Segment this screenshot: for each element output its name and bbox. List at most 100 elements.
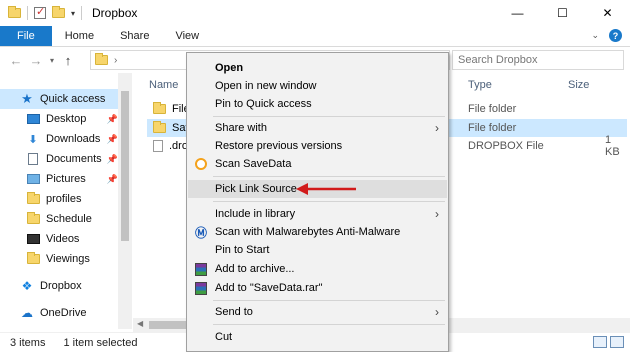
up-arrow-icon[interactable]: ↑ [58,53,78,68]
menu-item-share-with[interactable]: Share with › [188,119,447,137]
tab-home[interactable]: Home [52,26,107,46]
sidebar-item-label: Videos [46,233,80,245]
search-input[interactable]: Search Dropbox [452,50,624,70]
menu-divider [213,116,445,117]
menu-item-label: Open in new window [215,80,317,92]
file-size: 1 KB [605,134,620,158]
menu-item-open[interactable]: Open [188,59,447,77]
column-header-type[interactable]: Type [468,79,492,91]
window-controls: — ☐ ✕ [495,0,630,26]
folder-icon [26,252,40,264]
menu-item-label: Cut [215,331,233,343]
tab-share[interactable]: Share [107,26,162,46]
sidebar-item-label: profiles [46,193,82,205]
sidebar-item-desktop[interactable]: Desktop 📌 [0,109,118,129]
menu-item-pin-quick-access[interactable]: Pin to Quick access [188,95,447,113]
sidebar-item-label: Desktop [46,113,87,125]
menu-item-add-savedata-rar[interactable]: Add to "SaveData.rar" [188,279,447,297]
sidebar-item-onedrive[interactable]: ☁ OneDrive [0,303,118,323]
ribbon-tabs: File Home Share View ⌄ ? [0,26,630,47]
sidebar-item-videos[interactable]: Videos [0,229,118,249]
winrar-icon [195,262,207,276]
pin-icon[interactable]: 📌 [107,114,118,125]
folder-icon [26,192,40,204]
sidebar-item-label: Downloads [46,133,101,145]
sidebar-item-label: Dropbox [40,280,82,292]
expand-ribbon-icon[interactable]: ⌄ [591,30,599,41]
menu-item-restore-versions[interactable]: Restore previous versions [188,137,447,155]
scrollbar-thumb[interactable] [121,91,129,241]
folder-icon [8,6,21,18]
folder-icon [153,102,166,114]
videos-icon [26,234,40,244]
menu-item-label: Add to archive... [215,263,295,275]
menu-item-label: Scan SaveData [215,158,292,170]
folder-icon [95,53,108,65]
sidebar-item-documents[interactable]: Documents 📌 [0,149,118,169]
star-icon: ★ [21,91,33,106]
tab-file[interactable]: File [0,26,52,46]
menu-item-label: Send to [215,306,253,318]
menu-item-scan-malwarebytes[interactable]: Ⓜ Scan with Malwarebytes Anti-Malware [188,223,447,241]
details-view-icon[interactable] [593,336,607,348]
sidebar-item-label: Quick access [40,93,106,105]
scroll-left-icon[interactable]: ◀ [137,319,143,328]
winrar-icon [195,281,207,295]
folder-icon [26,212,40,224]
forward-arrow-icon[interactable]: → [26,53,46,68]
documents-icon [28,153,38,165]
context-menu: Open Open in new window Pin to Quick acc… [186,52,449,352]
annotation-arrow-icon [296,183,356,195]
menu-item-open-new-window[interactable]: Open in new window [188,77,447,95]
menu-item-send-to[interactable]: Send to › [188,303,447,321]
menu-item-label: Open [215,62,244,74]
desktop-icon [26,114,40,124]
file-type: File folder [468,122,517,134]
sidebar-item-pictures[interactable]: Pictures 📌 [0,169,118,189]
pin-icon[interactable]: 📌 [107,154,118,165]
pin-icon[interactable]: 📌 [107,174,118,185]
minimize-button[interactable]: — [495,0,540,26]
toolbar-divider [81,6,83,20]
search-placeholder: Search Dropbox [458,54,538,66]
close-button[interactable]: ✕ [585,0,630,26]
back-arrow-icon[interactable]: ← [6,53,26,68]
sidebar-item-schedule[interactable]: Schedule [0,209,118,229]
pin-icon[interactable]: 📌 [107,134,118,145]
new-folder-icon[interactable] [52,6,65,18]
sidebar-item-dropbox[interactable]: ❖ Dropbox [0,276,118,296]
menu-item-pin-start[interactable]: Pin to Start [188,241,447,259]
sidebar-item-downloads[interactable]: ⬇ Downloads 📌 [0,129,118,149]
sidebar-item-quick-access[interactable]: ★ Quick access [0,89,118,109]
savedata-icon [195,158,207,170]
help-icon[interactable]: ? [609,29,622,42]
menu-item-include-library[interactable]: Include in library › [188,205,447,223]
navigation-scrollbar[interactable] [118,73,132,329]
maximize-button[interactable]: ☐ [540,0,585,26]
sidebar-item-viewings[interactable]: Viewings [0,249,118,269]
menu-item-scan-savedata[interactable]: Scan SaveData [188,155,447,173]
customize-toolbar-icon[interactable]: ▾ [71,9,75,18]
large-icons-view-icon[interactable] [610,336,624,348]
column-header-size[interactable]: Size [568,79,589,91]
menu-item-label: Restore previous versions [215,140,343,152]
chevron-right-icon[interactable]: › [114,55,117,66]
menu-divider [213,300,445,301]
onedrive-icon: ☁ [21,306,33,320]
properties-icon[interactable] [34,5,46,19]
column-header-name[interactable]: Name [149,79,178,91]
tab-view[interactable]: View [162,26,212,46]
menu-divider [213,201,445,202]
file-type: DROPBOX File [468,140,544,152]
menu-item-add-archive[interactable]: Add to archive... [188,260,447,278]
folder-icon [153,121,166,133]
recent-locations-icon[interactable]: ▾ [46,56,58,65]
sidebar-item-label: Schedule [46,213,92,225]
sidebar-item-profiles[interactable]: profiles [0,189,118,209]
title-bar: ▾ Dropbox — ☐ ✕ [0,0,630,26]
menu-item-label: Include in library [215,208,296,220]
sidebar-item-label: Pictures [46,173,86,185]
download-icon: ⬇ [28,133,38,146]
menu-item-cut[interactable]: Cut [188,328,447,346]
sidebar-item-label: Documents [46,153,102,165]
